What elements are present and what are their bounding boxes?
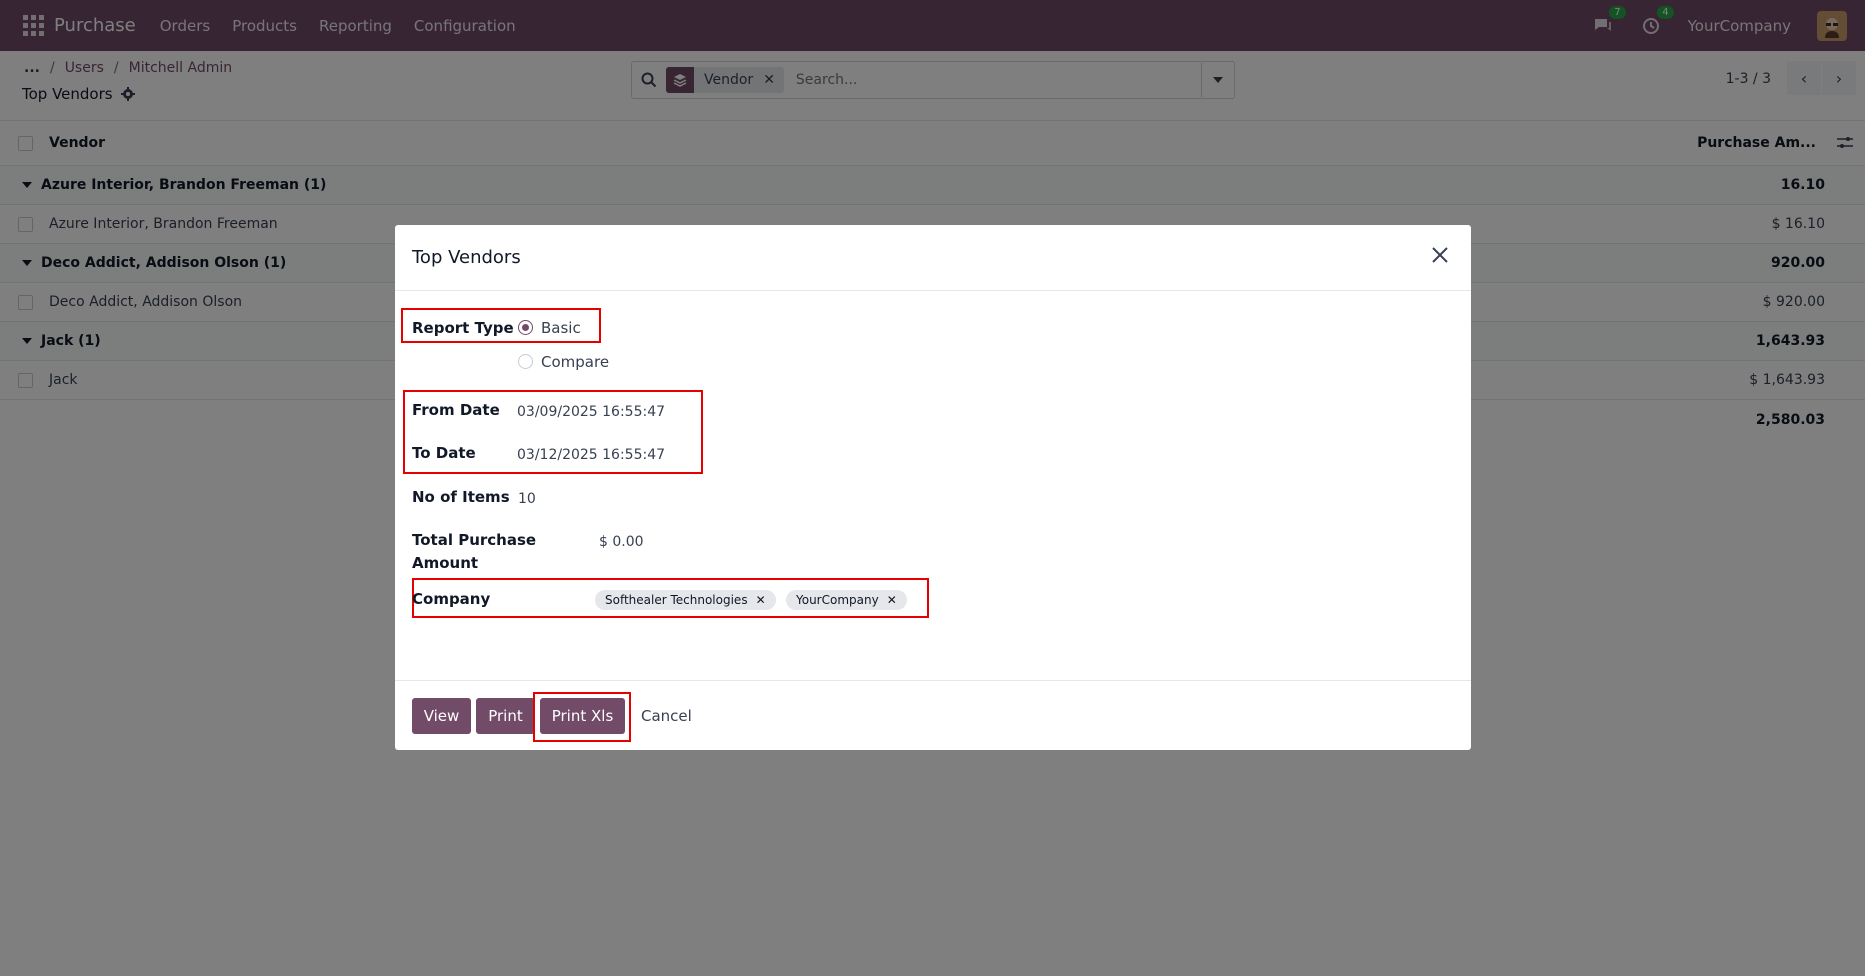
radio-compare-label[interactable]: Compare [541,353,609,371]
company-label: Company [412,590,491,608]
company-tag-label: Softhealer Technologies [605,593,748,607]
total-purchase-label-line1: Total Purchase [412,531,537,549]
company-tag-remove-icon[interactable]: ✕ [756,593,766,607]
total-purchase-value: $ 0.00 [599,534,644,550]
from-date-label: From Date [412,401,500,419]
dialog-title: Top Vendors [412,247,521,268]
no-of-items-label: No of Items [412,488,510,506]
company-tag: Softhealer Technologies ✕ [595,590,776,610]
dialog-header: Top Vendors [395,225,1471,291]
view-button[interactable]: View [412,698,471,734]
no-of-items-field[interactable]: 10 [518,491,536,507]
report-type-label: Report Type [412,319,514,337]
total-purchase-label-line2: Amount [412,554,479,572]
company-tag-remove-icon[interactable]: ✕ [887,593,897,607]
close-icon[interactable] [1427,242,1453,268]
radio-basic-label[interactable]: Basic [541,319,581,337]
radio-basic[interactable] [518,320,533,335]
top-vendors-dialog: Top Vendors Report Type Basic Compare Fr… [395,225,1471,750]
radio-compare[interactable] [518,354,533,369]
print-xls-button[interactable]: Print Xls [540,698,625,734]
cancel-button[interactable]: Cancel [641,698,692,734]
print-button[interactable]: Print [476,698,535,734]
company-tag: YourCompany ✕ [786,590,907,610]
dialog-footer: View Print Print Xls Cancel [395,680,1471,751]
from-date-field[interactable]: 03/09/2025 16:55:47 [517,404,665,420]
company-tag-label: YourCompany [796,593,879,607]
to-date-field[interactable]: 03/12/2025 16:55:47 [517,447,665,463]
to-date-label: To Date [412,444,476,462]
